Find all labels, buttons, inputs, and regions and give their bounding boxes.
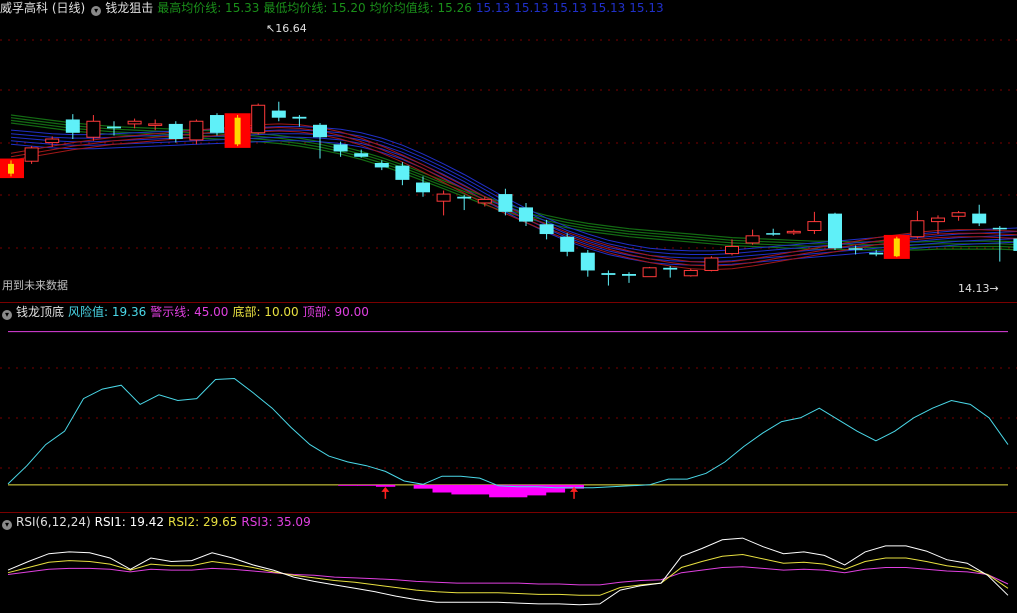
ma-line-green	[10, 119, 1017, 248]
rsi-chart[interactable]	[0, 514, 1017, 613]
candle-body	[271, 110, 286, 118]
candle-body	[828, 213, 842, 249]
candle-body	[107, 126, 121, 129]
candle-body	[65, 119, 80, 133]
candle-body	[168, 123, 183, 140]
candle-body	[436, 193, 451, 202]
candle-body	[86, 120, 101, 138]
candle-body	[745, 235, 760, 244]
top-bottom-chart[interactable]	[0, 304, 1017, 512]
candle-body	[539, 224, 554, 235]
panel-divider	[0, 512, 1017, 513]
candle-body	[725, 245, 739, 255]
candle-body	[848, 248, 863, 250]
rsi-panel[interactable]: ▾ RSI(6,12,24) RSI1: 19.42 RSI2: 29.65 RSI3:…	[0, 514, 1017, 613]
candle-body	[622, 274, 636, 276]
low-price-label: 14.13→	[958, 282, 999, 295]
candle-body	[972, 213, 987, 224]
bottom-bar	[470, 484, 490, 495]
candle-body	[498, 194, 513, 212]
candle-body	[210, 115, 224, 133]
candle-body	[931, 217, 945, 223]
candle-body	[374, 162, 389, 168]
future-data-note: 用到未来数据	[2, 279, 68, 292]
candle-body	[560, 236, 575, 252]
candle-body	[8, 163, 14, 174]
candle-body	[148, 123, 163, 126]
rsi3-line	[7, 566, 1009, 586]
ma-line-blue	[10, 129, 1017, 255]
candle-body	[24, 147, 39, 162]
candle-body	[642, 267, 657, 278]
candle-body	[234, 117, 241, 145]
candle-body	[704, 257, 719, 271]
candle-body	[580, 252, 595, 271]
candle-body	[951, 212, 966, 217]
bottom-bar	[375, 484, 396, 487]
candle-body	[416, 182, 430, 193]
rsi2-line	[7, 553, 1009, 596]
candle-body	[992, 227, 1007, 230]
candle-body	[683, 269, 698, 277]
rsi1-line	[7, 537, 1009, 606]
candle-body	[807, 221, 822, 231]
bottom-bar	[357, 484, 377, 486]
bottom-bar	[545, 484, 566, 493]
buy-arrow-icon	[381, 486, 390, 492]
panel-divider	[0, 302, 1017, 303]
low-arrow-icon: →	[989, 282, 999, 295]
main-chart-panel[interactable]: 威孚高科 (日线) ▾ 钱龙狙击 最高均价线: 15.33 最低均价线: 15.20 均价…	[0, 0, 1017, 302]
candle-body	[127, 120, 142, 125]
candle-body	[313, 124, 327, 138]
bottom-bar	[489, 484, 509, 498]
bottom-bar	[432, 484, 452, 493]
candle-body	[1013, 238, 1017, 251]
candle-body	[766, 233, 781, 235]
candle-body	[601, 273, 616, 275]
candle-body	[189, 120, 204, 141]
candle-body	[869, 252, 884, 255]
candlestick-chart[interactable]	[0, 0, 1017, 302]
high-arrow-icon: ↖	[266, 22, 276, 35]
bottom-bar	[338, 484, 358, 486]
top-bottom-indicator-panel[interactable]: ▾ 钱龙顶底 风险值: 19.36 警示线: 45.00 底部: 10.00 顶部: 90…	[0, 304, 1017, 512]
candle-body	[786, 230, 801, 234]
candle-body	[45, 138, 60, 144]
risk-line	[7, 377, 1009, 489]
candle-body	[519, 207, 533, 222]
candle-body	[893, 238, 900, 257]
candle-body	[457, 196, 472, 199]
bottom-bar	[413, 484, 434, 489]
candle-body	[395, 165, 410, 180]
candle-body	[251, 104, 266, 134]
candle-body	[477, 198, 492, 204]
high-price-label: ↖16.64	[266, 22, 307, 35]
candle-body	[663, 267, 678, 270]
candle-body	[910, 220, 925, 238]
candle-body	[354, 153, 369, 157]
candle-body	[292, 116, 307, 119]
bottom-bar	[451, 484, 471, 495]
candle-body	[333, 144, 348, 152]
ma-line-blue	[10, 126, 1017, 252]
